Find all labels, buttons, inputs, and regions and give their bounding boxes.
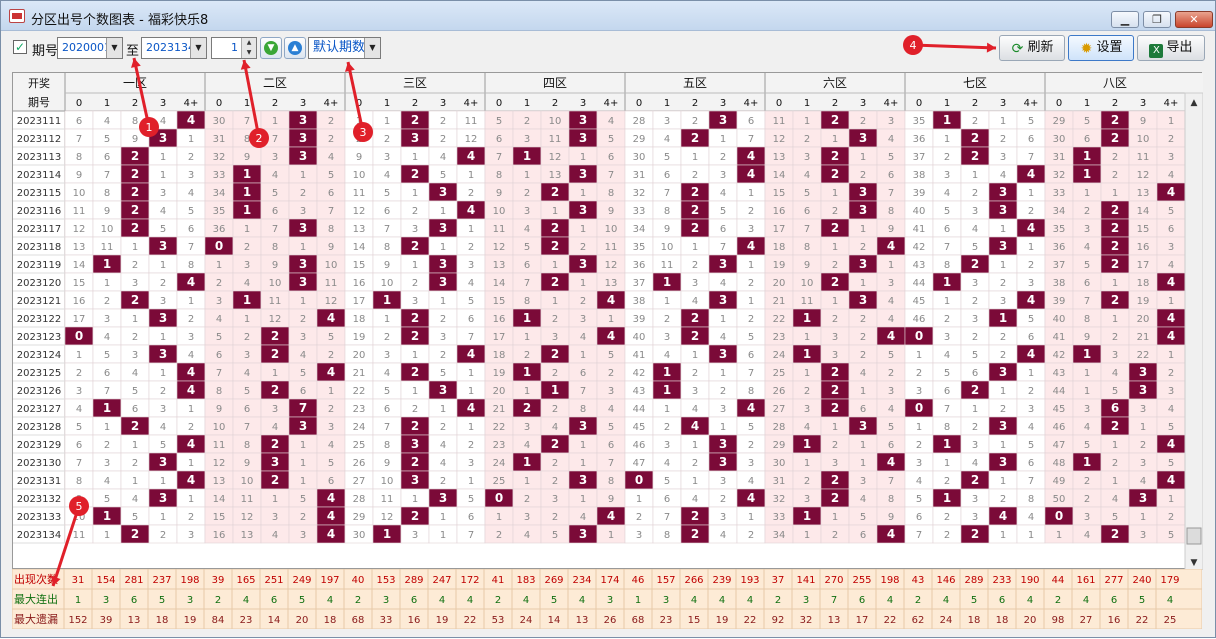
annotation-number: 2	[256, 132, 263, 145]
annotation-number: 5	[76, 500, 83, 513]
annotation-arrowhead	[986, 42, 996, 53]
annotation-arrow	[51, 505, 81, 587]
annotation-arrow	[912, 43, 997, 50]
annotation-arrow	[346, 61, 365, 133]
annotation-layer: 1 2 3 4 5	[51, 35, 997, 587]
annotation-number: 1	[146, 121, 153, 134]
annotation-number: 4	[910, 39, 917, 52]
main-window: 分区出号个数图表 - 福彩快乐8 ▁ ❐ ✕ ✓ 期号 2020001 ▼ 至 …	[0, 0, 1216, 638]
annotation-arrow	[242, 59, 261, 139]
annotation-arrow	[132, 57, 151, 128]
annotation-arrowhead	[131, 58, 141, 68]
annotation-number: 3	[360, 126, 367, 139]
annotation-arrowhead	[344, 62, 355, 72]
